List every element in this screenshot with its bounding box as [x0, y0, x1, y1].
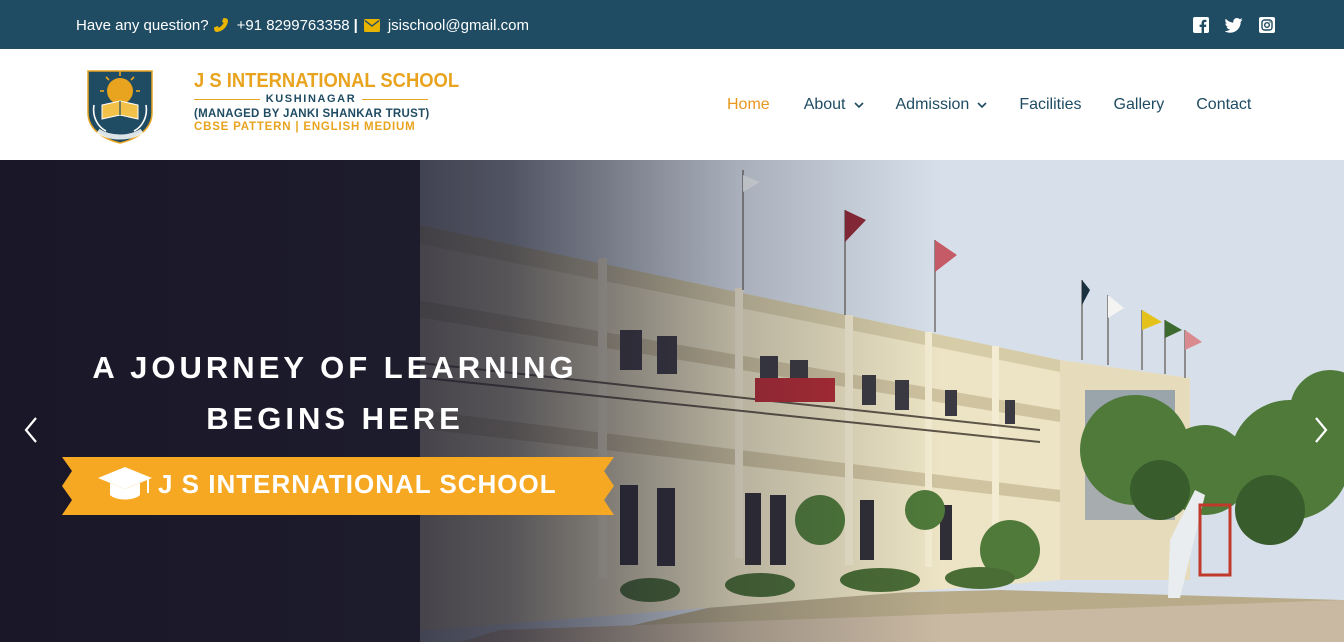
- school-emblem-logo[interactable]: [82, 65, 158, 145]
- nav-contact[interactable]: Contact: [1196, 96, 1251, 114]
- facebook-icon[interactable]: [1192, 16, 1210, 34]
- nav-admission-label: Admission: [895, 96, 970, 113]
- main-navigation: Home About Admission Facilities Gallery …: [727, 96, 1251, 114]
- previous-slide-arrow[interactable]: [22, 415, 42, 445]
- envelope-icon: [363, 18, 380, 32]
- contact-info: Have any question? +91 8299763358 | jsis…: [76, 15, 529, 35]
- twitter-icon[interactable]: [1225, 16, 1243, 34]
- chevron-down-icon: [977, 102, 987, 108]
- nav-about-label: About: [803, 96, 846, 113]
- hero-slider: A JOURNEY OF LEARNING BEGINS HERE J S IN…: [0, 160, 1344, 642]
- nav-admission[interactable]: Admission: [896, 96, 988, 114]
- school-pattern: CBSE PATTERN | ENGLISH MEDIUM: [194, 121, 416, 133]
- question-text: Have any question?: [76, 16, 209, 34]
- phone-link[interactable]: +91 8299763358: [237, 17, 350, 34]
- nav-gallery[interactable]: Gallery: [1114, 96, 1165, 114]
- hero-headline-line2: BEGINS HERE: [206, 401, 464, 436]
- school-logo-text[interactable]: J S INTERNATIONAL SCHOOL KUSHINAGAR (MAN…: [194, 69, 460, 133]
- hero-headline-line1: A JOURNEY OF LEARNING: [92, 350, 578, 385]
- site-header: J S INTERNATIONAL SCHOOL KUSHINAGAR (MAN…: [0, 49, 1344, 160]
- nav-facilities[interactable]: Facilities: [1019, 96, 1081, 114]
- phone-icon: [213, 17, 229, 33]
- divider: [194, 98, 260, 100]
- social-links: [1192, 16, 1276, 34]
- divider: [362, 98, 428, 100]
- nav-home[interactable]: Home: [727, 96, 770, 114]
- banner-school-name: J S INTERNATIONAL SCHOOL: [158, 469, 557, 499]
- school-location: KUSHINAGAR: [265, 93, 357, 105]
- instagram-icon[interactable]: [1258, 16, 1276, 34]
- next-slide-arrow[interactable]: [1310, 415, 1330, 445]
- email-link[interactable]: jsischool@gmail.com: [388, 17, 529, 34]
- school-location-row: KUSHINAGAR: [194, 93, 428, 105]
- school-name: J S INTERNATIONAL SCHOOL: [194, 70, 460, 92]
- top-bar: Have any question? +91 8299763358 | jsis…: [0, 0, 1344, 49]
- nav-about[interactable]: About: [804, 96, 864, 114]
- school-trust: (MANAGED BY JANKI SHANKAR TRUST): [194, 108, 430, 120]
- chevron-down-icon: [853, 102, 864, 108]
- contact-separator: |: [353, 16, 358, 34]
